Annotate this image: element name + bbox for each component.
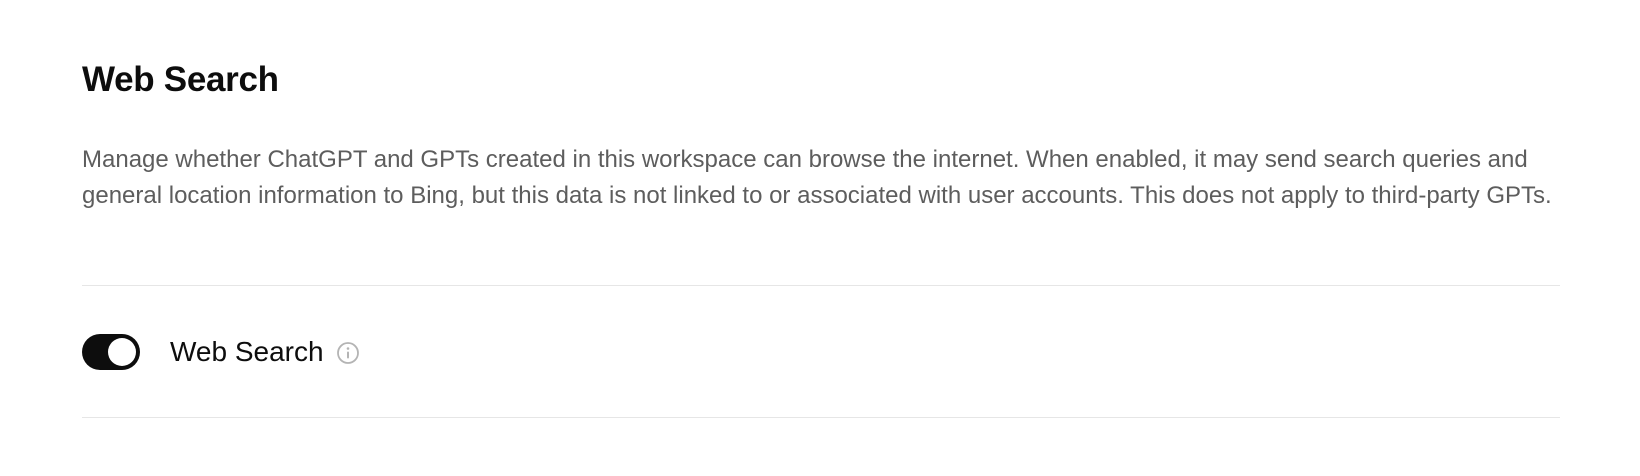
section-title: Web Search [82, 60, 279, 99]
web-search-toggle[interactable] [82, 334, 140, 370]
divider-bottom [82, 417, 1560, 418]
web-search-label: Web Search [170, 336, 324, 367]
section-description: Manage whether ChatGPT and GPTs created … [82, 146, 1552, 209]
divider-top [82, 285, 1560, 286]
toggle-knob [108, 338, 136, 366]
web-search-setting-row: Web Search [82, 330, 360, 374]
web-search-section: Web Search Manage whether ChatGPT and GP… [0, 0, 1640, 476]
info-icon[interactable] [336, 341, 360, 365]
